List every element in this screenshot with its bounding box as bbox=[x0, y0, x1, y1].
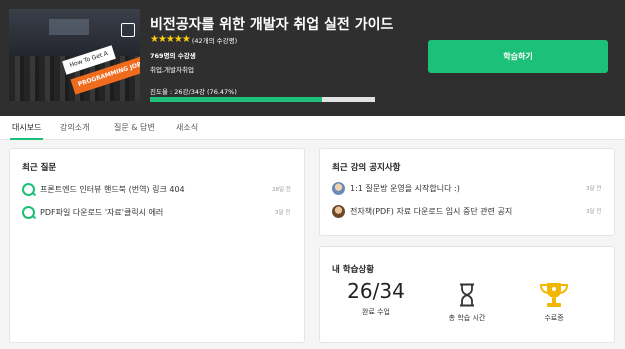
question-date: 3달 전 bbox=[275, 210, 291, 216]
notice-text[interactable]: 1:1 질문방 운영을 시작합니다 :) bbox=[350, 183, 460, 194]
progress-bar-fill bbox=[150, 97, 323, 102]
question-icon bbox=[22, 205, 35, 219]
avatar bbox=[332, 181, 345, 195]
total-study-time-label: 총 학습 시간 bbox=[448, 314, 486, 322]
tab-qna[interactable]: 질문 & 답변 bbox=[114, 116, 155, 140]
student-count: 769명의 수강생 bbox=[150, 52, 196, 60]
question-date: 28일 전 bbox=[272, 187, 291, 193]
book-icon bbox=[121, 23, 135, 37]
total-study-time-stat: 총 학습 시간 bbox=[430, 313, 504, 323]
completed-lessons-label: 완료 수업 bbox=[362, 308, 390, 316]
tab-news[interactable]: 새소식 bbox=[176, 116, 198, 140]
recent-questions-title: 최근 질문 bbox=[22, 163, 57, 173]
trophy-icon bbox=[539, 283, 569, 307]
course-category[interactable]: 취업,개발자취업 bbox=[150, 64, 194, 74]
notices-card: 최근 강의 공지사항 1:1 질문방 운영을 시작합니다 :) 3달 전 전자책… bbox=[319, 148, 615, 236]
completed-lessons-stat: 26/34 완료 수업 bbox=[336, 279, 416, 317]
question-item[interactable]: PDF파일 다운로드 '자료'클릭시 에러 bbox=[22, 204, 163, 220]
question-text[interactable]: 프론트엔드 인터뷰 핸드북 (번역) 링크 404 bbox=[40, 184, 185, 195]
notice-item[interactable]: 1:1 질문방 운영을 시작합니다 :) bbox=[332, 180, 460, 196]
question-item[interactable]: 프론트엔드 인터뷰 핸드북 (번역) 링크 404 bbox=[22, 181, 185, 197]
notice-date: 3달 전 bbox=[586, 209, 602, 215]
course-thumbnail[interactable]: How To Get A PROGRAMMING JOB bbox=[9, 9, 140, 101]
progress-label: 진도율 : 26강/34강 (76.47%) bbox=[150, 88, 237, 96]
completed-lessons-value: 26/34 bbox=[347, 279, 405, 303]
notices-title: 최근 강의 공지사항 bbox=[332, 163, 401, 173]
tab-course-intro[interactable]: 강의소개 bbox=[60, 116, 89, 140]
notice-text[interactable]: 전자책(PDF) 자료 다운로드 임시 중단 관련 공지 bbox=[350, 206, 512, 217]
thumbnail-light bbox=[49, 19, 89, 35]
learning-status-card: 내 학습상황 26/34 완료 수업 총 학습 시간 수료증 bbox=[319, 246, 615, 343]
course-title: 비전공자를 위한 개발자 취업 실전 가이드 bbox=[150, 17, 394, 33]
rating-count: (42개의 수강평) bbox=[191, 36, 238, 45]
notice-date: 3달 전 bbox=[586, 186, 602, 192]
avatar bbox=[332, 204, 345, 218]
tab-dashboard[interactable]: 대시보드 bbox=[10, 116, 44, 140]
notice-item[interactable]: 전자책(PDF) 자료 다운로드 임시 중단 관련 공지 bbox=[332, 203, 512, 219]
star-rating-icon: ★★★★★ bbox=[150, 34, 191, 45]
course-header: How To Get A PROGRAMMING JOB 비전공자를 위한 개발… bbox=[0, 0, 625, 116]
learning-status-title: 내 학습상황 bbox=[332, 265, 375, 275]
certificate-label[interactable]: 수료증 bbox=[520, 313, 588, 323]
question-text[interactable]: PDF파일 다운로드 '자료'클릭시 에러 bbox=[40, 207, 163, 218]
learn-button[interactable]: 학습하기 bbox=[428, 40, 608, 73]
hourglass-icon bbox=[460, 283, 474, 307]
progress-bar bbox=[150, 97, 375, 102]
question-icon bbox=[22, 182, 35, 196]
course-tabs: 대시보드 강의소개 질문 & 답변 새소식 bbox=[0, 116, 625, 140]
certificate-stat[interactable]: 수료증 bbox=[520, 313, 588, 323]
recent-questions-card: 최근 질문 프론트엔드 인터뷰 핸드북 (번역) 링크 404 28일 전 PD… bbox=[9, 148, 305, 343]
course-rating: ★★★★★ (42개의 수강평) bbox=[150, 34, 237, 45]
